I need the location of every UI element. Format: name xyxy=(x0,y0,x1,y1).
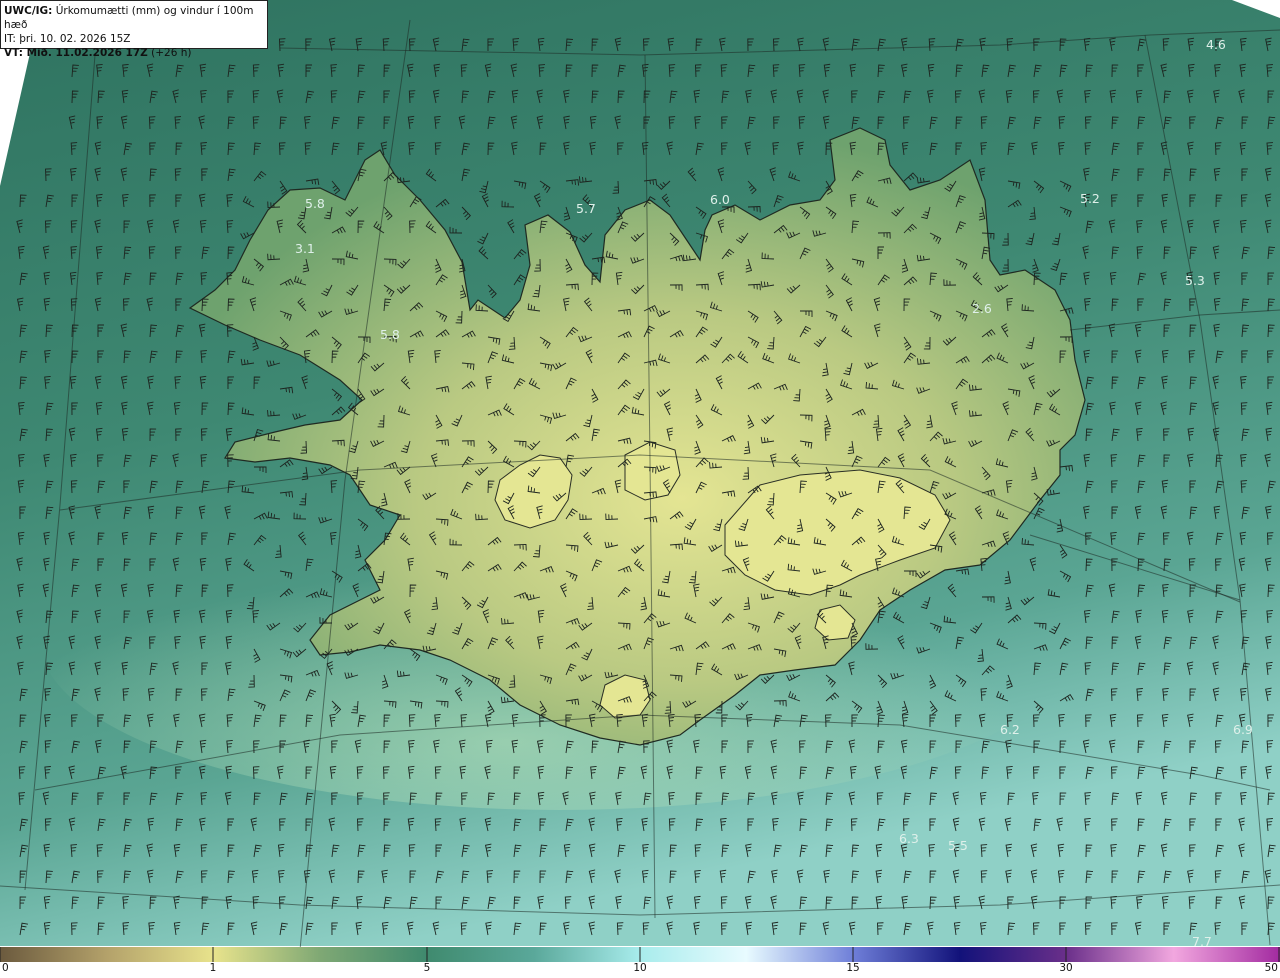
colorbar-tick: 5 xyxy=(423,962,431,974)
point-label: 2.6 xyxy=(972,301,992,316)
point-label: 6.9 xyxy=(1233,722,1253,737)
point-label: 4.6 xyxy=(1206,37,1226,52)
point-label: 5.8 xyxy=(305,196,325,211)
point-label: 3.1 xyxy=(295,241,315,256)
point-label: 5.3 xyxy=(1185,273,1205,288)
colorbar-tick: 10 xyxy=(633,962,647,974)
init-time-line: IT: þri. 10. 02. 2026 15Z xyxy=(4,32,267,46)
init-time-value: þri. 10. 02. 2026 15Z xyxy=(15,33,131,45)
colorbar xyxy=(0,947,1280,962)
colorbar-tick: 30 xyxy=(1059,962,1073,974)
point-label: 6.2 xyxy=(1000,722,1020,737)
title-code: UWC/IG: xyxy=(4,5,53,17)
colorbar-tick: 15 xyxy=(846,962,860,974)
init-time-prefix: IT: xyxy=(4,33,16,45)
map-header: UWC/IG: Úrkomumætti (mm) og vindur í 100… xyxy=(0,0,268,59)
forecast-map: 4.6 5.8 5.7 6.0 5.2 3.1 5.3 2.6 5.8 6.2 … xyxy=(0,0,1280,978)
title-line: UWC/IG: Úrkomumætti (mm) og vindur í 100… xyxy=(4,4,267,32)
map-canvas: 4.6 5.8 5.7 6.0 5.2 3.1 5.3 2.6 5.8 6.2 … xyxy=(0,0,1280,978)
colorbar-labels: 0 1 5 10 15 30 50 xyxy=(0,962,1280,978)
valid-time-line: VT: Mið. 11.02.2026 17Z (+26 h) xyxy=(4,46,267,60)
point-label: 6.0 xyxy=(710,192,730,207)
lead-time: (+26 h) xyxy=(147,47,192,59)
point-label: 7.7 xyxy=(1192,934,1212,949)
point-label: 5.5 xyxy=(948,838,968,853)
point-label: 5.2 xyxy=(1080,191,1100,206)
point-label: 5.7 xyxy=(576,201,596,216)
point-label: 6.3 xyxy=(899,831,919,846)
colorbar-tick: 50 xyxy=(1264,962,1278,974)
colorbar-tick: 0 xyxy=(2,962,9,974)
colorbar-tick: 1 xyxy=(209,962,217,974)
point-label: 5.8 xyxy=(380,327,400,342)
valid-time-value: VT: Mið. 11.02.2026 17Z xyxy=(4,47,148,59)
